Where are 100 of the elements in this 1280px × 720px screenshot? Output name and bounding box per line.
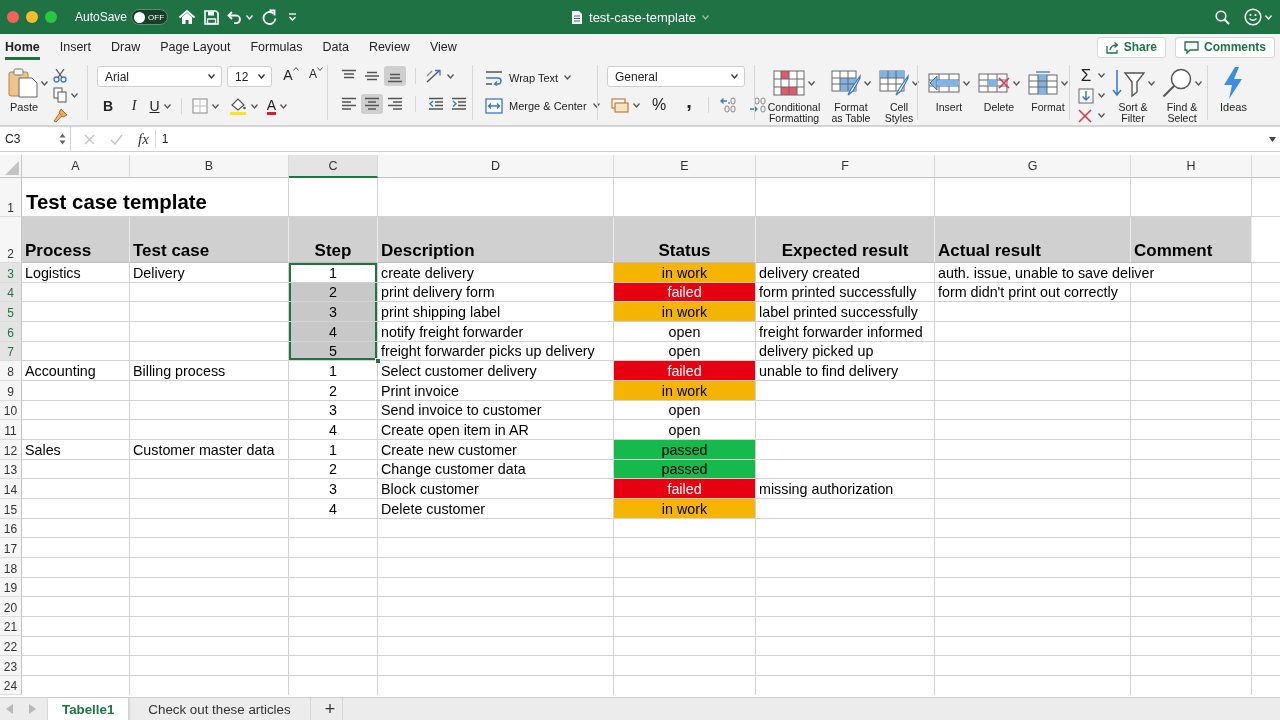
sheet-cell[interactable]: 1 [289, 439, 378, 460]
sheet-cell[interactable]: unable to find delivery [756, 361, 935, 381]
sheet-cell[interactable]: passed [614, 439, 756, 460]
row-header[interactable]: 16 [0, 518, 22, 539]
sheet-cell[interactable]: 2 [289, 459, 378, 480]
shrink-font-button[interactable]: A [305, 66, 327, 87]
sheet-cell[interactable]: Create new customer [378, 439, 614, 460]
sheet-cell[interactable]: Block customer [378, 479, 614, 499]
save-button[interactable] [204, 9, 220, 25]
sort-filter-button[interactable]: Sort & Filter [1111, 66, 1155, 124]
header-cell[interactable]: Comment [1131, 217, 1252, 263]
column-header[interactable]: E [614, 155, 756, 178]
bold-button[interactable]: B [97, 96, 119, 116]
row-header[interactable]: 8 [0, 361, 22, 381]
sheet-cell[interactable]: in work [614, 498, 756, 519]
ribbon-tab[interactable]: View [429, 34, 457, 60]
row-header[interactable]: 15 [0, 498, 22, 519]
row-header[interactable]: 20 [0, 597, 22, 617]
sheet-cell[interactable]: failed [614, 361, 756, 381]
sheet-cell[interactable]: freight forwarder informed [756, 321, 935, 342]
sheet-cell[interactable]: 4 [289, 420, 378, 440]
row-header[interactable]: 4 [0, 282, 22, 303]
row-header[interactable]: 13 [0, 459, 22, 480]
sheet-cell[interactable]: 4 [289, 321, 378, 342]
grow-font-button[interactable]: A [280, 66, 302, 87]
wrap-text-button[interactable]: Wrap Text [485, 68, 600, 87]
decrease-decimal-button[interactable] [747, 95, 769, 115]
sheet-cell[interactable]: Send invoice to customer [378, 400, 614, 421]
insert-function-button[interactable]: fx [138, 130, 156, 148]
accounting-format-button[interactable] [611, 95, 640, 115]
sheet-cell[interactable]: Select customer delivery [378, 361, 614, 381]
sheet-cell[interactable]: 2 [289, 380, 378, 401]
sheet-cell[interactable]: Create open item in AR [378, 420, 614, 440]
column-header[interactable]: B [130, 155, 289, 178]
sheet-cell[interactable]: Customer master data [130, 439, 289, 460]
insert-cells-button[interactable]: Insert [928, 66, 970, 113]
row-header[interactable]: 24 [0, 675, 22, 696]
sheet-cell[interactable]: Delete customer [378, 498, 614, 519]
row-header[interactable]: 5 [0, 302, 22, 322]
font-color-button[interactable]: A [266, 96, 288, 116]
merge-center-button[interactable]: Merge & Center [485, 96, 600, 115]
fill-color-button[interactable] [229, 96, 258, 116]
sheet-cell[interactable]: form didn't print out correctly [935, 282, 1131, 303]
ribbon-tab[interactable]: Formulas [250, 34, 303, 60]
sheet-cell[interactable]: 3 [289, 400, 378, 421]
ribbon-tab[interactable]: Review [368, 34, 410, 60]
row-header[interactable]: 3 [0, 263, 22, 283]
header-cell[interactable]: Description [378, 217, 614, 263]
percent-button[interactable]: % [648, 95, 670, 115]
feedback-button[interactable] [1244, 8, 1272, 26]
borders-button[interactable] [192, 96, 219, 116]
sheet-cell[interactable]: Logistics [22, 263, 130, 283]
copy-button[interactable] [53, 86, 78, 105]
row-header[interactable]: 9 [0, 380, 22, 401]
sheet-cell[interactable]: delivery created [756, 263, 935, 283]
fill-handle[interactable] [375, 358, 381, 365]
format-as-table-button[interactable]: Format as Table [829, 66, 873, 124]
row-header[interactable]: 21 [0, 616, 22, 637]
search-button[interactable] [1215, 9, 1230, 25]
column-header[interactable]: A [22, 155, 130, 178]
cell-styles-button[interactable]: Cell Styles [879, 66, 919, 124]
row-header[interactable]: 2 [0, 217, 22, 263]
align-bottom-button[interactable] [384, 66, 406, 86]
caret-icon[interactable] [1269, 136, 1276, 142]
row-header[interactable]: 19 [0, 577, 22, 598]
comma-style-button[interactable]: , [678, 95, 700, 115]
sheet-cell[interactable]: 3 [289, 302, 378, 322]
sheet-cell[interactable]: 1 [289, 361, 378, 381]
undo-button[interactable] [227, 10, 254, 24]
formula-field[interactable]: 1 [155, 127, 1269, 151]
sheet-cell[interactable]: Accounting [22, 361, 130, 381]
sheet-cell[interactable]: Print invoice [378, 380, 614, 401]
header-cell[interactable]: Test case [130, 217, 289, 263]
redo-button[interactable] [262, 9, 278, 25]
sheet-cell[interactable]: missing authorization [756, 479, 935, 499]
ribbon-tab[interactable]: Insert [59, 34, 91, 60]
header-cell[interactable]: Expected result [756, 217, 935, 263]
clear-button[interactable] [1078, 106, 1105, 125]
header-cell[interactable]: Process [22, 217, 130, 263]
ribbon-tab[interactable]: Draw [111, 34, 141, 60]
column-header[interactable]: C [289, 155, 378, 178]
row-header[interactable]: 18 [0, 557, 22, 578]
sheet-cell[interactable]: Change customer data [378, 459, 614, 480]
sheet-tab[interactable]: Check out these articles [129, 698, 311, 720]
ideas-button[interactable]: Ideas [1220, 66, 1247, 125]
header-cell[interactable]: Step [289, 217, 378, 263]
column-header[interactable]: H [1131, 155, 1252, 178]
conditional-formatting-button[interactable]: Conditional Formatting [765, 66, 823, 124]
sheet-cell[interactable]: 4 [289, 498, 378, 519]
sheet-cell[interactable]: passed [614, 459, 756, 480]
column-header[interactable]: G [935, 155, 1131, 178]
sheet-cell[interactable]: 5 [289, 341, 378, 362]
fill-button[interactable] [1078, 86, 1105, 105]
sheet-tab[interactable]: Tabelle1 [48, 698, 130, 720]
sheet-cell[interactable]: label printed successfully [756, 302, 935, 322]
sheet-cell[interactable]: freight forwarder picks up delivery [378, 341, 614, 362]
sheet-cell[interactable]: notify freight forwarder [378, 321, 614, 342]
header-cell[interactable]: Status [614, 217, 756, 263]
row-header[interactable]: 1 [0, 178, 22, 217]
sheet-cell[interactable]: failed [614, 479, 756, 499]
